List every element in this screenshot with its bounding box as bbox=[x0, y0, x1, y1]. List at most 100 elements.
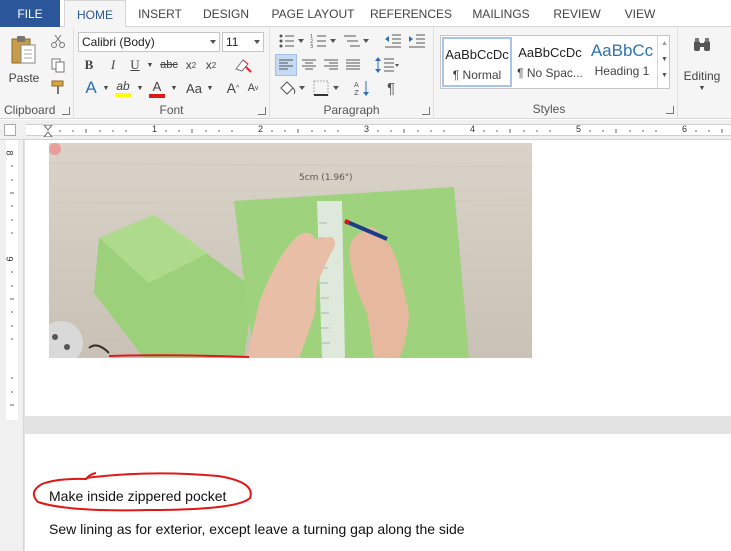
font-name-combo[interactable]: Calibri (Body) bbox=[78, 32, 220, 52]
style-heading-1[interactable]: AaBbCc Heading 1 bbox=[587, 37, 657, 87]
styles-group-label: Styles bbox=[532, 102, 566, 116]
paste-label: Paste bbox=[8, 71, 40, 85]
font-color-button[interactable]: A bbox=[146, 77, 168, 99]
change-case-button[interactable]: Aa bbox=[182, 78, 206, 98]
style-normal-name: ¶ Normal bbox=[452, 68, 502, 82]
tab-review[interactable]: REVIEW bbox=[548, 0, 606, 27]
increase-indent-icon[interactable] bbox=[408, 33, 426, 49]
paste-icon bbox=[11, 36, 36, 64]
tab-page-layout[interactable]: PAGE LAYOUT bbox=[266, 0, 360, 27]
align-right-icon[interactable] bbox=[324, 59, 338, 71]
font-color-dropdown[interactable]: ▼ bbox=[170, 78, 178, 98]
bold-button[interactable]: B bbox=[80, 56, 98, 74]
vertical-ruler[interactable]: 8 9 bbox=[0, 140, 24, 551]
align-center-icon[interactable] bbox=[302, 59, 316, 71]
tab-home[interactable]: HOME bbox=[64, 0, 126, 28]
shrink-font-button[interactable]: Av bbox=[244, 78, 262, 98]
borders-icon[interactable] bbox=[312, 79, 342, 97]
styles-launcher[interactable] bbox=[666, 106, 674, 114]
chevron-down-icon[interactable]: ▼ bbox=[661, 56, 668, 63]
text-effects-dropdown[interactable]: ▼ bbox=[102, 78, 110, 98]
subscript-button[interactable]: x2 bbox=[182, 56, 200, 74]
paste-button[interactable]: Paste bbox=[6, 31, 42, 89]
text-effects-button[interactable]: A bbox=[80, 78, 102, 98]
photo-image: 5cm (1.96") bbox=[49, 143, 532, 358]
underline-button[interactable]: U bbox=[126, 56, 144, 74]
line-spacing-icon[interactable] bbox=[374, 55, 400, 75]
chevron-down-icon bbox=[254, 40, 260, 44]
embedded-photo[interactable]: 5cm (1.96") bbox=[49, 143, 532, 358]
horizontal-ruler[interactable]: 1 2 3 4 5 6 bbox=[0, 120, 731, 140]
paragraph-group-label: Paragraph bbox=[323, 103, 380, 117]
clipboard-launcher[interactable] bbox=[62, 107, 70, 115]
italic-button[interactable]: I bbox=[104, 56, 122, 74]
ribbon-tabs: FILE HOME INSERT DESIGN PAGE LAYOUT REFE… bbox=[0, 0, 731, 28]
cut-icon[interactable] bbox=[50, 33, 66, 49]
ruler-number: 6 bbox=[682, 124, 688, 134]
grow-font-button[interactable]: A ^ bbox=[224, 78, 242, 98]
font-launcher[interactable] bbox=[258, 107, 266, 115]
editing-button[interactable]: Editing ▼ bbox=[680, 31, 724, 97]
vertical-ruler-band bbox=[6, 140, 18, 420]
ruler-number: 1 bbox=[152, 124, 158, 134]
paragraph-launcher[interactable] bbox=[422, 107, 430, 115]
style-heading-1-sample: AaBbCc bbox=[590, 41, 654, 60]
clear-formatting-icon[interactable] bbox=[234, 57, 252, 73]
highlight-swatch bbox=[115, 93, 131, 97]
align-left-button[interactable] bbox=[275, 54, 297, 76]
strikethrough-button[interactable]: abc bbox=[158, 56, 180, 74]
font-group: Calibri (Body) 11 B I U ▼ abc x2 x2 A ▼ … bbox=[74, 27, 270, 119]
bullets-icon[interactable] bbox=[278, 33, 308, 49]
font-color-swatch bbox=[149, 93, 165, 98]
style-no-spacing-sample: AaBbCcDc bbox=[518, 45, 582, 60]
font-name-value: Calibri (Body) bbox=[82, 35, 155, 49]
tab-view[interactable]: VIEW bbox=[618, 0, 662, 27]
sort-icon[interactable]: AZ bbox=[354, 79, 372, 97]
font-size-combo[interactable]: 11 bbox=[222, 32, 264, 52]
style-no-spacing[interactable]: AaBbCcDc ¶ No Spac... bbox=[515, 37, 585, 87]
ruler-number: 3 bbox=[364, 124, 370, 134]
chevron-up-icon[interactable]: ▲ bbox=[661, 40, 668, 47]
ruler-number: 4 bbox=[470, 124, 476, 134]
numbering-icon[interactable]: 123 bbox=[310, 33, 340, 49]
tab-selector[interactable] bbox=[4, 124, 16, 136]
superscript-button[interactable]: x2 bbox=[202, 56, 220, 74]
ruler-number: 9 bbox=[4, 256, 15, 262]
editing-label: Editing bbox=[683, 69, 721, 83]
format-painter-icon[interactable] bbox=[50, 79, 66, 95]
decrease-indent-icon[interactable] bbox=[384, 33, 402, 49]
ruler-number: 2 bbox=[258, 124, 264, 134]
vertical-ruler-margin bbox=[6, 420, 18, 551]
tab-references[interactable]: REFERENCES bbox=[368, 0, 454, 27]
style-normal-sample: AaBbCcDc bbox=[445, 47, 509, 62]
shading-icon[interactable] bbox=[278, 79, 306, 97]
align-left-icon bbox=[279, 59, 293, 70]
svg-text:A: A bbox=[354, 81, 359, 89]
copy-icon[interactable] bbox=[50, 57, 66, 73]
highlight-button[interactable]: ab bbox=[112, 77, 134, 99]
underline-dropdown[interactable]: ▼ bbox=[146, 56, 154, 74]
font-size-value: 11 bbox=[226, 35, 239, 49]
styles-gallery: AaBbCcDc ¶ Normal AaBbCcDc ¶ No Spac... … bbox=[440, 35, 670, 89]
styles-scroll[interactable]: ▲ ▼ ▼ bbox=[657, 36, 670, 88]
document-paragraph[interactable]: Sew lining as for exterior, except leave… bbox=[49, 521, 465, 537]
ruler-number: 8 bbox=[4, 150, 15, 156]
ribbon: Paste Clipboard Calibri (Body) 11 B I U … bbox=[0, 27, 731, 119]
paragraph-group: 123 A Z ¶ Paragraph bbox=[270, 27, 434, 119]
ruler-ticks bbox=[43, 125, 723, 137]
more-styles-icon[interactable]: ▼ bbox=[661, 72, 668, 79]
tab-design[interactable]: DESIGN bbox=[196, 0, 256, 27]
tab-file[interactable]: FILE bbox=[0, 0, 60, 27]
tab-mailings[interactable]: MAILINGS bbox=[466, 0, 536, 27]
highlight-dropdown[interactable]: ▼ bbox=[136, 78, 144, 98]
style-normal[interactable]: AaBbCcDc ¶ Normal bbox=[442, 37, 512, 87]
svg-text:3: 3 bbox=[310, 44, 313, 49]
change-case-dropdown[interactable]: ▼ bbox=[206, 78, 214, 98]
chevron-down-icon: ▼ bbox=[698, 85, 706, 92]
binoculars-icon bbox=[694, 38, 710, 51]
tab-insert[interactable]: INSERT bbox=[130, 0, 190, 27]
justify-icon[interactable] bbox=[346, 59, 360, 71]
multilevel-list-icon[interactable] bbox=[342, 33, 372, 49]
show-paragraph-marks-button[interactable]: ¶ bbox=[382, 79, 400, 97]
document-heading[interactable]: Make inside zippered pocket bbox=[49, 488, 226, 504]
